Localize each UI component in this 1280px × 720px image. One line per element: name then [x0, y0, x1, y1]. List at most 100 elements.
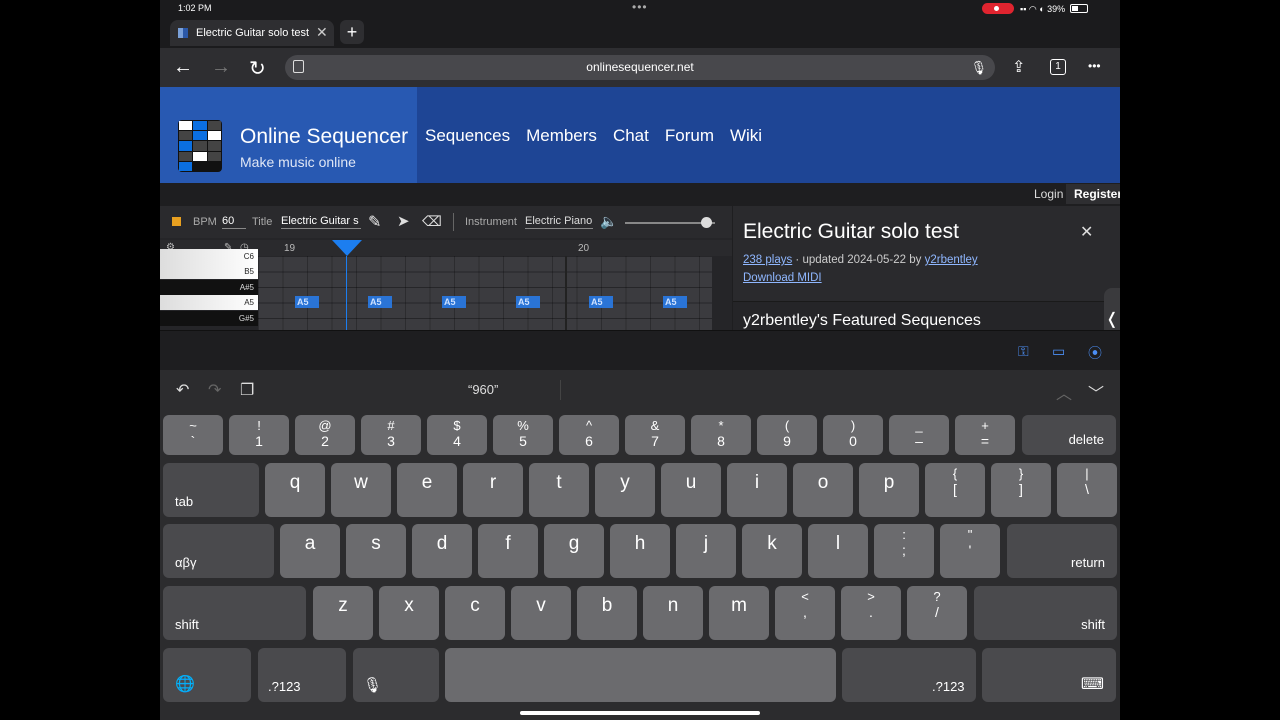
nav-sequences[interactable]: Sequences [425, 126, 510, 146]
share-icon[interactable]: ⇪ [1012, 57, 1025, 77]
numbers-key-right[interactable]: .?123 [842, 648, 976, 702]
key-l[interactable]: l [808, 524, 868, 578]
key-w[interactable]: w [331, 463, 391, 517]
login-link[interactable]: Login [1034, 187, 1063, 201]
nav-forum[interactable]: Forum [665, 126, 714, 146]
key-j[interactable]: j [676, 524, 736, 578]
address-bar[interactable]: onlinesequencer.net 🎙 [285, 55, 995, 80]
key-x[interactable]: x [379, 586, 439, 640]
piano-key-c6[interactable]: C6 [160, 249, 258, 264]
key-y[interactable]: y [595, 463, 655, 517]
key-num-8[interactable]: * 8 [691, 415, 751, 455]
browser-tab[interactable]: Electric Guitar solo test ✕ [170, 20, 334, 46]
key-symbol-2[interactable]: ? / [907, 586, 967, 640]
key-q[interactable]: q [265, 463, 325, 517]
volume-slider-handle[interactable] [701, 217, 712, 228]
key-num-6[interactable]: ^ 6 [559, 415, 619, 455]
shift-left-key[interactable]: shift [163, 586, 306, 640]
title-input[interactable]: Electric Guitar s [281, 215, 361, 229]
key-m[interactable]: m [709, 586, 769, 640]
undo-icon[interactable]: ↶ [176, 380, 189, 400]
nav-chat[interactable]: Chat [613, 126, 649, 146]
page-info-icon[interactable] [293, 60, 304, 73]
close-tab-icon[interactable]: ✕ [316, 24, 328, 41]
globe-key[interactable]: 🌐 [163, 648, 251, 702]
numbers-key-left[interactable]: .?123 [258, 648, 346, 702]
piano-key-b5[interactable]: B5 [160, 264, 258, 279]
key-r[interactable]: r [463, 463, 523, 517]
key-v[interactable]: v [511, 586, 571, 640]
more-menu-icon[interactable]: ••• [1088, 59, 1101, 73]
shift-right-key[interactable]: shift [974, 586, 1117, 640]
reload-icon[interactable]: ↻ [249, 56, 266, 81]
tab-count-button[interactable]: 1 [1050, 59, 1066, 75]
close-panel-icon[interactable]: ✕ [1080, 222, 1093, 242]
key-n[interactable]: n [643, 586, 703, 640]
author-link[interactable]: y2rbentley [925, 254, 978, 266]
key-punct-0[interactable]: :; [874, 524, 934, 578]
key-num-5[interactable]: % 5 [493, 415, 553, 455]
key-f[interactable]: f [478, 524, 538, 578]
chevron-up-icon[interactable]: ︿ [1056, 380, 1072, 404]
key-num-1[interactable]: ! 1 [229, 415, 289, 455]
eraser-tool-icon[interactable]: ⌫ [422, 213, 442, 230]
autocorrect-suggestion[interactable]: “960” [468, 382, 498, 397]
space-bar[interactable] [445, 648, 836, 702]
key-num-12[interactable]: + = [955, 415, 1015, 455]
note-block[interactable]: A5 [516, 296, 540, 308]
key-punct-1[interactable]: " ' [940, 524, 1000, 578]
key-symbol-1[interactable]: >. [841, 586, 901, 640]
piano-key-as5[interactable]: A#5 [160, 280, 258, 295]
back-arrow-icon[interactable]: ← [173, 56, 193, 79]
register-button[interactable]: Register [1066, 184, 1120, 204]
key-a[interactable]: a [280, 524, 340, 578]
nav-wiki[interactable]: Wiki [730, 126, 762, 146]
note-block[interactable]: A5 [368, 296, 392, 308]
key-num-9[interactable]: (9 [757, 415, 817, 455]
plays-link[interactable]: 238 plays [743, 254, 792, 266]
note-grid[interactable]: A5 A5 A5 A5 A5 A5 [258, 256, 712, 330]
credit-card-icon[interactable]: ▭ [1052, 343, 1065, 360]
key-bracket-0[interactable]: {[ [925, 463, 985, 517]
instrument-select[interactable]: Electric Piano [525, 215, 593, 229]
piano-key-a5[interactable]: A5 [160, 295, 258, 310]
key-z[interactable]: z [313, 586, 373, 640]
forward-arrow-icon[interactable]: → [211, 56, 231, 79]
home-indicator[interactable] [520, 711, 760, 715]
key-o[interactable]: o [793, 463, 853, 517]
key-e[interactable]: e [397, 463, 457, 517]
note-block[interactable]: A5 [663, 296, 687, 308]
nav-members[interactable]: Members [526, 126, 597, 146]
dictation-key[interactable]: 🎙 [353, 648, 439, 702]
select-tool-icon[interactable]: ➤ [397, 212, 410, 230]
key-num-4[interactable]: $4 [427, 415, 487, 455]
tab-key[interactable]: tab [163, 463, 259, 517]
key-g[interactable]: g [544, 524, 604, 578]
location-pin-icon[interactable]: ⦿ [1088, 343, 1102, 363]
key-num-7[interactable]: & 7 [625, 415, 685, 455]
key-t[interactable]: t [529, 463, 589, 517]
pencil-tool-icon[interactable]: ✎ [368, 212, 381, 232]
stop-icon[interactable] [172, 217, 181, 226]
key-c[interactable]: c [445, 586, 505, 640]
key-num-10[interactable]: ) 0 [823, 415, 883, 455]
key-i[interactable]: i [727, 463, 787, 517]
key-b[interactable]: b [577, 586, 637, 640]
key-u[interactable]: u [661, 463, 721, 517]
key-num-3[interactable]: #3 [361, 415, 421, 455]
key-p[interactable]: p [859, 463, 919, 517]
key-icon[interactable]: ⚿ [1018, 343, 1029, 360]
redo-icon[interactable]: ↷ [208, 380, 221, 400]
download-midi-link[interactable]: Download MIDI [743, 272, 822, 284]
note-block[interactable]: A5 [589, 296, 613, 308]
piano-key-gs5[interactable]: G#5 [160, 311, 258, 326]
key-d[interactable]: d [412, 524, 472, 578]
key-num-11[interactable]: _ – [889, 415, 949, 455]
return-key[interactable]: return [1007, 524, 1117, 578]
multitask-dots-icon[interactable]: ••• [632, 0, 648, 14]
new-tab-button[interactable]: + [340, 20, 364, 44]
note-block[interactable]: A5 [295, 296, 319, 308]
key-symbol-0[interactable]: <, [775, 586, 835, 640]
key-bracket-2[interactable]: | \ [1057, 463, 1117, 517]
site-logo-area[interactable]: Online Sequencer Make music online [160, 87, 417, 183]
